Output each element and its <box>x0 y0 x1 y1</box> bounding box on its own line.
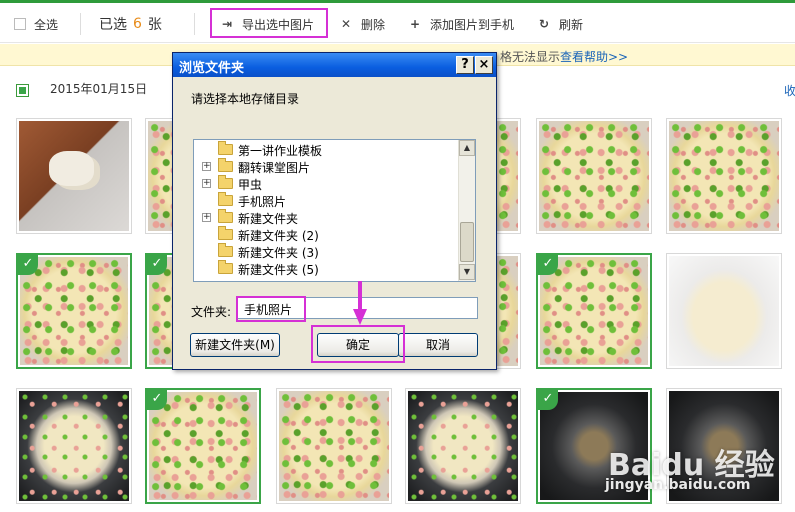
folder-icon <box>218 243 233 257</box>
close-button[interactable]: × <box>475 56 493 74</box>
photo-image <box>539 121 649 231</box>
tree-scrollbar[interactable]: ▲ ▼ <box>458 140 475 281</box>
refresh-label: 刷新 <box>559 17 584 32</box>
selected-prefix: 已选 <box>99 17 127 33</box>
pointer-arrow-icon <box>353 281 367 325</box>
selected-count-number: 6 <box>133 16 142 32</box>
check-icon: ✓ <box>147 255 167 275</box>
selection-count: 已选 6 张 <box>99 11 162 37</box>
add-to-phone-label: 添加图片到手机 <box>430 17 515 32</box>
tree-item[interactable]: + 甲虫 <box>194 175 458 192</box>
photo-image <box>669 256 779 366</box>
tree-item-label: 手机照片 <box>238 193 287 210</box>
photo-image <box>19 121 129 231</box>
scroll-up-icon[interactable]: ▲ <box>459 140 475 156</box>
tree-item[interactable]: 新建文件夹 (5) <box>194 260 458 277</box>
tree-item-label: 新建文件夹 (3) <box>238 246 319 260</box>
folder-tree[interactable]: 第一讲作业模板 + 翻转课堂图片 + 甲虫 手机照片 + 新建文件夹 新建文件夹… <box>193 139 476 282</box>
expand-icon[interactable]: + <box>202 213 211 222</box>
tree-item-label: 新建文件夹 (2) <box>238 229 319 243</box>
photo-image <box>149 392 257 500</box>
photo-thumbnail[interactable] <box>16 118 132 234</box>
expand-icon[interactable]: + <box>202 162 211 171</box>
photo-thumbnail-selected[interactable]: ✓ <box>16 253 132 369</box>
photo-image <box>20 257 128 365</box>
photo-subject <box>49 151 94 186</box>
photo-thumbnail[interactable] <box>666 118 782 234</box>
tree-item[interactable]: 第一讲作业模板 <box>194 141 458 158</box>
tree-item[interactable]: + 新建文件夹 <box>194 209 458 226</box>
selected-suffix: 张 <box>147 17 162 33</box>
photo-image <box>669 121 779 231</box>
ok-button-highlight <box>311 325 405 363</box>
add-to-phone-button[interactable]: + 添加图片到手机 <box>408 11 514 37</box>
check-icon: ✓ <box>538 390 558 410</box>
folder-input-highlight <box>236 296 306 322</box>
tree-item[interactable]: + 翻转课堂图片 <box>194 158 458 175</box>
delete-label: 删除 <box>361 17 386 32</box>
refresh-button[interactable]: ↻ 刷新 <box>537 11 583 37</box>
browse-folder-dialog: 浏览文件夹 ? × 请选择本地存储目录 第一讲作业模板 + 翻转课堂图片 + 甲… <box>172 52 497 370</box>
delete-button[interactable]: ✕ 删除 <box>339 11 385 37</box>
tree-item-label: 新建文件夹 <box>238 212 299 226</box>
dialog-title: 浏览文件夹 <box>173 53 496 77</box>
photo-thumbnail[interactable] <box>276 388 392 504</box>
scroll-thumb[interactable] <box>460 222 474 262</box>
folder-icon <box>218 141 233 155</box>
toolbar: 全选 已选 6 张 ⇥ 导出选中图片 ✕ 删除 + 添加图片到手机 ↻ 刷新 <box>0 3 795 43</box>
tree-item-label: 翻转课堂图片 <box>238 161 311 175</box>
photo-thumbnail[interactable] <box>536 118 652 234</box>
photo-thumbnail-selected[interactable]: ✓ <box>536 253 652 369</box>
tree-item-label: 第一讲作业模板 <box>238 144 323 158</box>
delete-icon: ✕ <box>340 17 352 31</box>
photo-thumbnail[interactable] <box>16 388 132 504</box>
select-all-checkbox[interactable]: 全选 <box>14 11 58 37</box>
folder-icon <box>218 209 233 223</box>
folder-icon <box>218 260 233 274</box>
collapse-link[interactable]: 收 <box>784 82 795 99</box>
folder-icon <box>218 192 233 206</box>
photo-thumbnail[interactable] <box>666 253 782 369</box>
cancel-button[interactable]: 取消 <box>398 333 478 357</box>
tree-item-label: 甲虫 <box>238 178 263 192</box>
photo-image <box>279 391 389 501</box>
photo-thumbnail[interactable] <box>405 388 521 504</box>
expand-icon[interactable]: + <box>202 179 211 188</box>
export-button-highlight <box>210 8 328 38</box>
tree-item-label: 新建文件夹 (5) <box>238 263 319 277</box>
divider <box>80 13 81 35</box>
photo-image <box>408 391 518 501</box>
select-all-label: 全选 <box>34 17 59 32</box>
tree-item[interactable]: 新建文件夹 (3) <box>194 243 458 260</box>
dialog-prompt: 请选择本地存储目录 <box>191 92 300 106</box>
group-date: 2015年01月15日 <box>50 82 148 96</box>
group-checkbox[interactable] <box>16 84 29 97</box>
folder-icon <box>218 158 233 172</box>
folder-icon <box>218 226 233 240</box>
notice-text: 格无法显示 <box>500 50 561 64</box>
refresh-icon: ↻ <box>538 17 550 31</box>
check-icon: ✓ <box>538 255 558 275</box>
photo-image <box>540 257 648 365</box>
folder-field-label: 文件夹: <box>191 305 232 319</box>
tree-item-selected[interactable]: 手机照片 <box>194 192 458 210</box>
check-icon: ✓ <box>147 390 167 410</box>
help-link[interactable]: 查看帮助>> <box>560 48 628 65</box>
scroll-down-icon[interactable]: ▼ <box>459 264 475 280</box>
folder-icon <box>218 175 233 189</box>
watermark-url: jingyan.baidu.com <box>605 477 751 493</box>
tree-item[interactable]: 新建文件夹 (2) <box>194 226 458 243</box>
photo-image <box>19 391 129 501</box>
plus-icon: + <box>409 17 421 31</box>
new-folder-button[interactable]: 新建文件夹(M) <box>190 333 280 357</box>
checkbox-icon <box>14 18 26 30</box>
check-icon: ✓ <box>18 255 38 275</box>
divider <box>194 13 195 35</box>
help-button[interactable]: ? <box>456 56 474 74</box>
photo-thumbnail-selected[interactable]: ✓ <box>145 388 261 504</box>
